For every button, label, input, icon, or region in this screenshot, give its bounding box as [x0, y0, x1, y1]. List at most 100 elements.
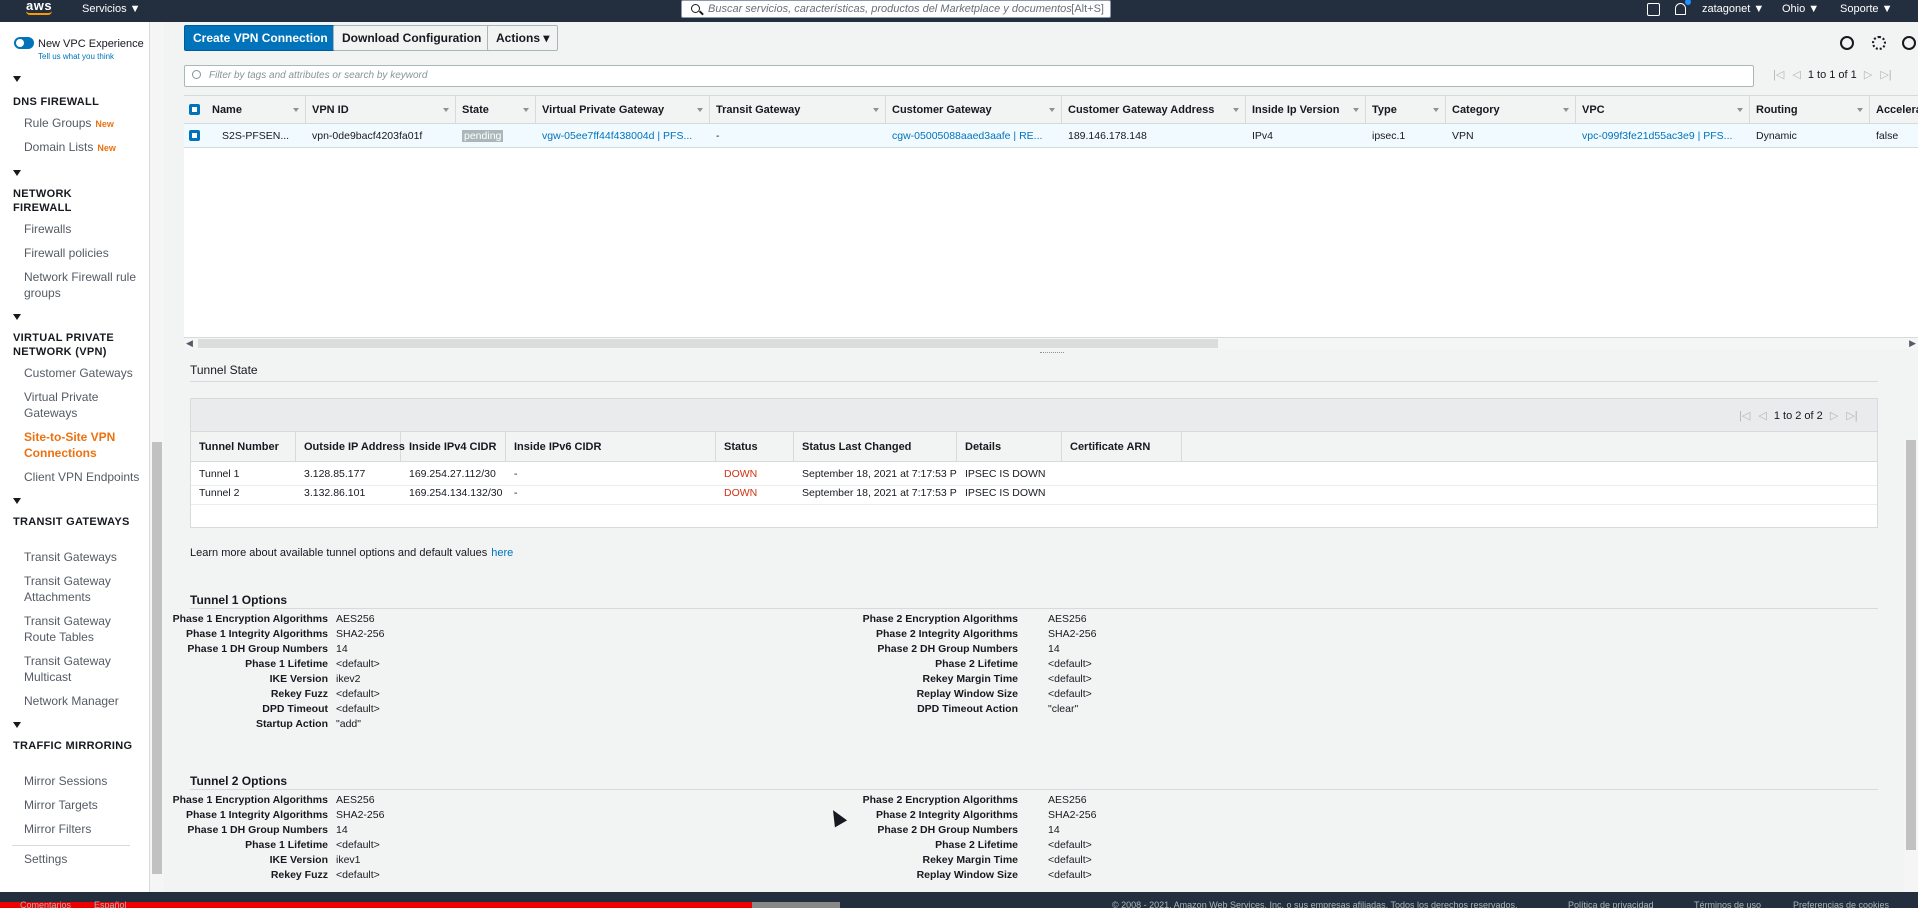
last-page-icon[interactable]: ▷| — [1846, 410, 1857, 422]
column-header[interactable]: Inside Ip Version — [1246, 96, 1366, 124]
sort-icon[interactable] — [1433, 108, 1439, 112]
sidebar-item-nf-rule-groups[interactable]: Network Firewall rule groups — [24, 269, 142, 301]
next-page-icon[interactable]: ▷ — [1864, 69, 1872, 81]
sort-icon[interactable] — [1049, 108, 1055, 112]
new-vpc-experience-toggle[interactable] — [14, 37, 34, 49]
column-header[interactable]: State — [456, 96, 536, 124]
scrollbar-thumb[interactable] — [198, 339, 1218, 348]
table-row[interactable]: S2S-PFSEN... vpn-0de9bacf4203fa01f pendi… — [184, 124, 1918, 148]
column-header[interactable]: Routing — [1750, 96, 1870, 124]
page-vertical-scrollbar[interactable] — [1904, 440, 1918, 892]
option-label: Phase 2 Integrity Algorithms — [876, 628, 1018, 640]
sidebar-scrollbar[interactable] — [150, 22, 164, 892]
next-page-icon[interactable]: ▷ — [1830, 410, 1838, 422]
sidebar-item-virtual-private-gateways[interactable]: Virtual Private Gateways — [24, 389, 142, 421]
sort-icon[interactable] — [1857, 108, 1863, 112]
services-menu[interactable]: Servicios ▼ — [82, 3, 141, 15]
sidebar-item-customer-gateways[interactable]: Customer Gateways — [24, 365, 142, 381]
sidebar-item-site-to-site-vpn[interactable]: Site-to-Site VPN Connections — [24, 429, 142, 461]
column-header[interactable]: Virtual Private Gateway — [536, 96, 710, 124]
tunnel-column-header[interactable]: Details — [957, 432, 1062, 462]
sort-icon[interactable] — [697, 108, 703, 112]
feedback-link[interactable]: Comentarios — [20, 900, 71, 908]
refresh-icon[interactable] — [1840, 36, 1854, 50]
tell-us-link[interactable]: Tell us what you think — [38, 52, 114, 61]
scroll-left-icon[interactable]: ◀ — [186, 338, 193, 349]
first-page-icon[interactable]: |◁ — [1773, 69, 1784, 81]
tunnel-row[interactable]: Tunnel 2 3.132.86.101 169.254.134.132/30- D… — [191, 482, 1877, 505]
collapse-caret-icon[interactable] — [13, 314, 21, 320]
tunnel-column-header[interactable]: Outside IP Address — [296, 432, 405, 462]
column-header[interactable]: VPN ID — [306, 96, 456, 124]
column-header[interactable]: Accelera — [1870, 96, 1918, 124]
select-all-checkbox[interactable] — [189, 104, 200, 115]
column-header[interactable]: VPC — [1576, 96, 1750, 124]
sort-icon[interactable] — [1563, 108, 1569, 112]
notifications-bell-icon[interactable] — [1675, 0, 1691, 15]
sort-icon[interactable] — [443, 108, 449, 112]
tunnel-state-tab[interactable]: Tunnel State — [190, 363, 258, 377]
help-icon[interactable] — [1902, 36, 1916, 50]
collapse-caret-icon[interactable] — [13, 498, 21, 504]
support-menu[interactable]: Soporte ▼ — [1840, 3, 1892, 15]
aws-logo[interactable]: aws — [26, 0, 52, 15]
tunnel-column-header[interactable]: Certificate ARN — [1062, 432, 1182, 462]
cell-name: S2S-PFSEN... — [222, 130, 290, 142]
sort-icon[interactable] — [1233, 108, 1239, 112]
create-vpn-connection-button[interactable]: Create VPN Connection — [184, 25, 337, 51]
cookies-link[interactable]: Preferencias de cookies — [1793, 900, 1889, 908]
collapse-caret-icon[interactable] — [13, 76, 21, 82]
prev-page-icon[interactable]: ◁ — [1792, 69, 1800, 81]
last-page-icon[interactable]: ▷| — [1880, 69, 1891, 81]
option-value: "add" — [336, 718, 361, 730]
column-header[interactable]: Type — [1366, 96, 1446, 124]
region-menu[interactable]: Ohio ▼ — [1782, 3, 1819, 15]
cloudshell-icon[interactable] — [1647, 3, 1660, 16]
tunnel-column-header[interactable]: Tunnel Number — [191, 432, 296, 462]
collapse-caret-icon[interactable] — [13, 170, 21, 176]
column-header[interactable]: Transit Gateway — [710, 96, 886, 124]
language-selector[interactable]: Español — [94, 900, 127, 908]
sidebar-item-tgw-attachments[interactable]: Transit Gateway Attachments — [24, 573, 142, 605]
tunnel-column-header[interactable]: Inside IPv4 CIDR — [401, 432, 506, 462]
sidebar-item-mirror-sessions[interactable]: Mirror Sessions — [24, 773, 142, 789]
row-checkbox[interactable] — [189, 130, 200, 141]
cell-vpc[interactable]: vpc-099f3fe21d55ac3e9 | PFS... — [1576, 124, 1750, 148]
account-menu[interactable]: zatagonet ▼ — [1702, 3, 1764, 15]
sidebar-item-client-vpn[interactable]: Client VPN Endpoints — [24, 469, 142, 485]
actions-dropdown-button[interactable]: Actions ▾ — [487, 25, 559, 51]
terms-link[interactable]: Términos de uso — [1694, 900, 1761, 908]
cell-customer-gateway[interactable]: cgw-05005088aaed3aafe | RE... — [886, 124, 1062, 148]
column-header[interactable]: Customer Gateway — [886, 96, 1062, 124]
table-horizontal-scrollbar[interactable]: ◀ ▶ — [184, 337, 1918, 349]
download-configuration-button[interactable]: Download Configuration — [333, 25, 491, 51]
sort-icon[interactable] — [523, 108, 529, 112]
sidebar-item-firewalls[interactable]: Firewalls — [24, 221, 142, 237]
sidebar-item-transit-gateways[interactable]: Transit Gateways — [24, 549, 142, 565]
column-header[interactable]: Category — [1446, 96, 1576, 124]
sort-icon[interactable] — [1353, 108, 1359, 112]
first-page-icon[interactable]: |◁ — [1739, 410, 1750, 422]
sidebar-item-rule-groups[interactable]: Rule Groups New — [24, 115, 142, 132]
table-header: Name VPN ID State Virtual Private Gateway Tr… — [184, 96, 1918, 124]
scroll-right-icon[interactable]: ▶ — [1909, 338, 1916, 349]
tunnel-column-header[interactable]: Status Last Changed — [794, 432, 957, 462]
search-input[interactable]: Buscar servicios, características, produ… — [681, 0, 1111, 18]
filter-search-input[interactable]: Filter by tags and attributes or search … — [184, 65, 1754, 87]
column-header[interactable]: Customer Gateway Address — [1062, 96, 1246, 124]
prev-page-icon[interactable]: ◁ — [1758, 410, 1766, 422]
sidebar-item-firewall-policies[interactable]: Firewall policies — [24, 245, 142, 261]
column-header[interactable]: Name — [206, 96, 306, 124]
settings-gear-icon[interactable] — [1872, 36, 1886, 50]
privacy-link[interactable]: Política de privacidad — [1568, 900, 1654, 908]
new-vpc-experience-label: New VPC Experience — [38, 38, 144, 50]
sort-icon[interactable] — [293, 108, 299, 112]
tunnel-column-header[interactable]: Status — [716, 432, 794, 462]
cell-virtual-private-gateway[interactable]: vgw-05ee7ff44f438004d | PFS... — [536, 124, 710, 148]
sidebar-item-domain-lists[interactable]: Domain Lists New — [24, 139, 142, 156]
tunnel-column-header[interactable]: Inside IPv6 CIDR — [506, 432, 716, 462]
sort-icon[interactable] — [1737, 108, 1743, 112]
sort-icon[interactable] — [873, 108, 879, 112]
here-link[interactable]: here — [491, 547, 513, 559]
collapse-caret-icon[interactable] — [13, 722, 21, 728]
